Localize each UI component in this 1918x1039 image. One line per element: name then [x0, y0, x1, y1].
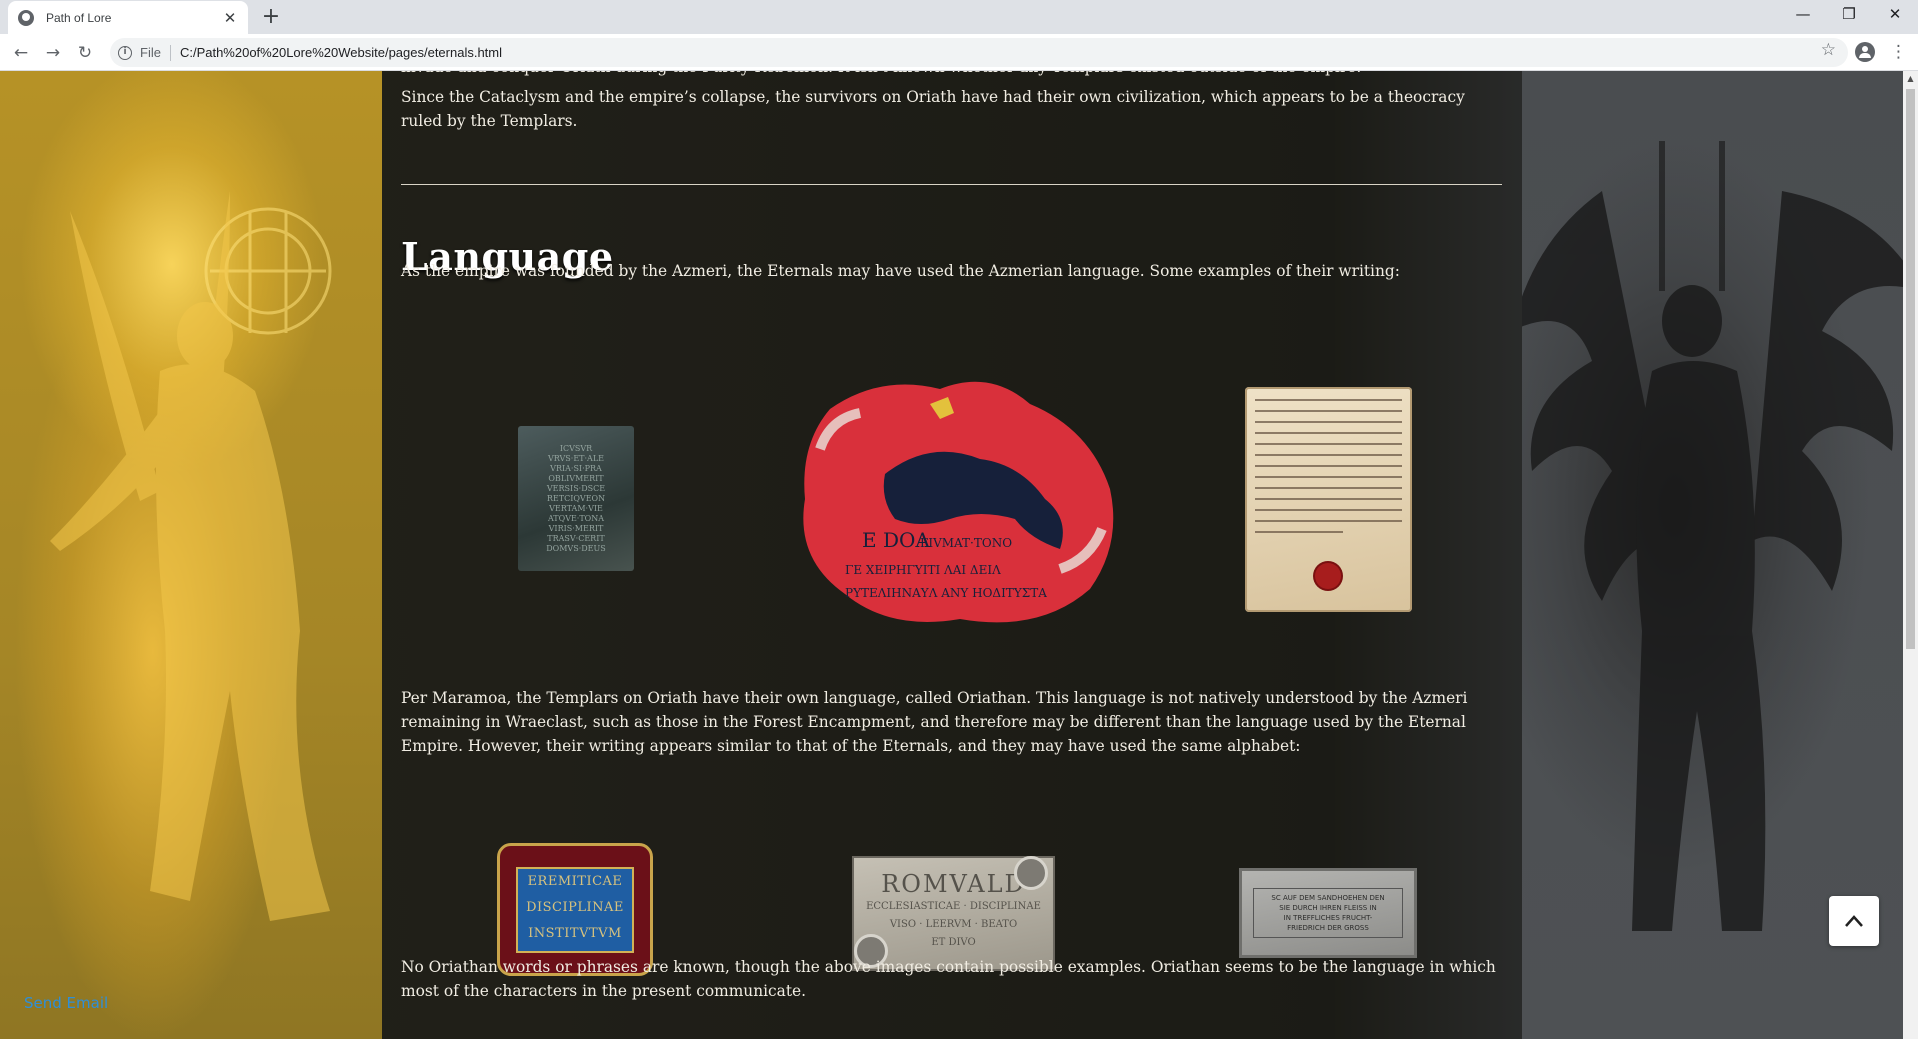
- forward-button[interactable]: →: [40, 40, 66, 66]
- page-scrollbar[interactable]: ▲: [1903, 71, 1918, 1039]
- paragraph-oriathan-conclusion: No Oriathan words or phrases are known, …: [401, 958, 1496, 1000]
- fresco-text-line: ΓΕ ΧΕΙΡΗΓΥΙΤΙ ΛΑΙ ΔΕΙΛ: [845, 563, 1001, 577]
- close-icon[interactable]: ✕: [222, 9, 238, 27]
- grey-plaque-image: SC AUF DEM SANDHOEHEN DEN SIE DURCH IHRE…: [1239, 868, 1417, 958]
- tab-title: Path of Lore: [46, 10, 112, 25]
- grey-plaque-inscription: SC AUF DEM SANDHOEHEN DEN SIE DURCH IHRE…: [1253, 888, 1403, 938]
- new-tab-button[interactable]: +: [258, 4, 284, 30]
- chevron-up-icon: [1845, 915, 1863, 927]
- reload-button[interactable]: ↻: [72, 40, 98, 66]
- fresco-illustration: E DOA FIVMAT·TONO ΓΕ ΧΕΙΡΗΓΥΙΤΙ ΛΑΙ ΔΕΙΛ…: [803, 381, 1114, 623]
- fresco-text-line: ΡΥΤΕΛΙΗΝΑΥΛ ΑΝΥ ΗΟΔΙΤΥΣΤΑ: [845, 586, 1047, 600]
- window-close-button[interactable]: ✕: [1872, 0, 1918, 30]
- account-circle-icon[interactable]: [1855, 42, 1875, 62]
- globe-icon: [18, 9, 34, 26]
- bronze-tablet-image: ICVSVR VRVS·ET·ALE VRIA·SI·PRA OBLIVMERIT V…: [518, 426, 634, 571]
- stone-plaque-image: ROMVALD ECCLESIASTICAE · DISCIPLINAE VIS…: [852, 856, 1055, 971]
- scrollbar-thumb[interactable]: [1906, 89, 1915, 649]
- url-text[interactable]: C:/Path%20of%20Lore%20Website/pages/eter…: [180, 45, 502, 60]
- paragraph-azmerian-language: As the empire was founded by the Azmeri,…: [401, 262, 1400, 280]
- golden-angel-artwork: Send Email: [0, 71, 382, 1039]
- dark-angel-artwork: [1512, 71, 1903, 1039]
- fresco-panther-image: E DOA FIVMAT·TONO ΓΕ ΧΕΙΡΗΓΥΙΤΙ ΛΑΙ ΔΕΙΛ…: [790, 369, 1122, 633]
- blue-plaque-inscription: EREMITICAE DISCIPLINAE INSTITVTVM: [516, 866, 634, 953]
- paragraph-oriath-civilization: Since the Cataclysm and the empire’s col…: [401, 88, 1465, 130]
- fresco-text-line: FIVMAT·TONO: [920, 536, 1012, 550]
- back-to-top-button[interactable]: [1829, 896, 1879, 946]
- scheme-label: File: [140, 45, 161, 60]
- wax-seal-icon: [1315, 563, 1341, 589]
- browser-tab[interactable]: Path of Lore ✕: [8, 1, 248, 34]
- scroll-up-arrow-icon[interactable]: ▲: [1903, 71, 1918, 86]
- back-button[interactable]: ←: [8, 40, 34, 66]
- address-bar[interactable]: i File C:/Path%20of%20Lore%20Website/pag…: [110, 38, 1848, 67]
- divider: [169, 44, 171, 61]
- browser-toolbar: ← → ↻ i File C:/Path%20of%20Lore%20Websi…: [0, 34, 1918, 71]
- parchment-scroll-image: [1245, 387, 1412, 612]
- tab-strip: Path of Lore ✕ + — ❐ ✕: [0, 0, 1918, 34]
- info-icon[interactable]: i: [118, 45, 132, 60]
- golden-angel-illustration: [50, 191, 332, 921]
- page-viewport: Send Email invade and conquer Oriath dur…: [0, 71, 1903, 1039]
- bookmark-star-icon[interactable]: ☆: [1821, 40, 1836, 60]
- restore-button[interactable]: ❐: [1826, 0, 1872, 30]
- send-email-link[interactable]: Send Email: [24, 994, 108, 1012]
- more-menu-icon[interactable]: ⋮: [1890, 40, 1907, 64]
- paragraph-cut-off: invade and conquer Oriath during the Pur…: [401, 71, 1503, 79]
- medallion-icon: [1014, 856, 1048, 890]
- paragraph-oriathan-language: Per Maramoa, the Templars on Oriath have…: [401, 689, 1468, 755]
- minimize-button[interactable]: —: [1780, 0, 1826, 30]
- dark-angel-illustration: [1512, 141, 1903, 931]
- section-divider: [401, 184, 1502, 185]
- tablet-inscription: ICVSVR VRVS·ET·ALE VRIA·SI·PRA OBLIVMERIT V…: [546, 443, 606, 553]
